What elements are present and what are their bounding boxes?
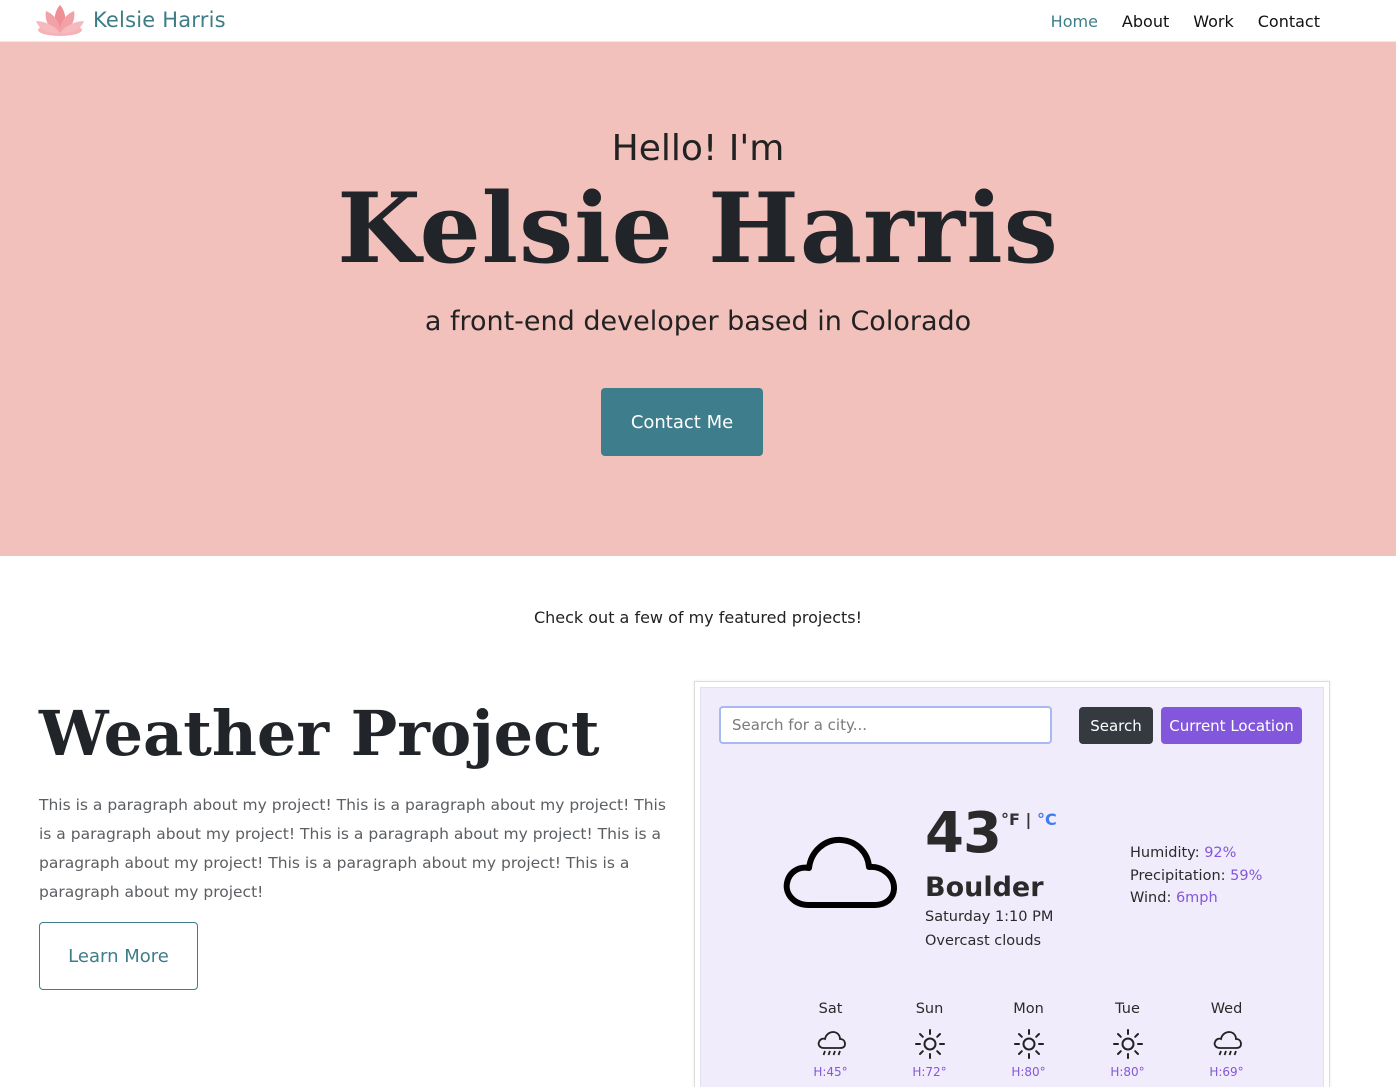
top-navbar: Kelsie Harris Home About Work Contact [0, 0, 1396, 42]
forecast-day: Sat H:45° [781, 1001, 880, 1079]
forecast-high: H:69° [1209, 1065, 1244, 1079]
sun-icon [914, 1029, 945, 1059]
current-datetime: Saturday 1:10 PM [925, 909, 1054, 925]
brand[interactable]: Kelsie Harris [34, 3, 226, 37]
forecast-high: H:80° [1110, 1065, 1145, 1079]
sun-icon [1112, 1029, 1143, 1059]
forecast-day: Wed H:69° [1177, 1001, 1276, 1079]
current-temperature: 43 [925, 801, 1002, 866]
city-name: Boulder [925, 872, 1044, 903]
precipitation-row: Precipitation: 59% [1130, 865, 1262, 888]
forecast-high: H:80° [1011, 1065, 1046, 1079]
hero-tagline: a front-end developer based in Colorado [424, 306, 972, 337]
sun-icon [1013, 1029, 1044, 1059]
current-location-button[interactable]: Current Location [1161, 707, 1302, 744]
humidity-label: Humidity: [1130, 845, 1200, 861]
nav-link-contact[interactable]: Contact [1258, 12, 1320, 31]
cloud-icon [783, 836, 897, 908]
learn-more-button[interactable]: Learn More [39, 922, 198, 990]
brand-name: Kelsie Harris [93, 8, 226, 32]
weather-project-screenshot: Search Current Location 43 °F | °C Bould… [694, 681, 1330, 1087]
forecast-day: Mon H:80° [979, 1001, 1078, 1079]
humidity-value: 92% [1204, 845, 1237, 861]
unit-toggle: °F | °C [1001, 810, 1057, 829]
wind-value: 6mph [1175, 890, 1218, 906]
lotus-logo-icon [36, 5, 84, 36]
forecast-day: Tue H:80° [1078, 1001, 1177, 1079]
rain-icon [817, 1031, 846, 1056]
forecast-day-name: Tue [1115, 1001, 1140, 1017]
forecast-day-name: Mon [1013, 1001, 1044, 1017]
nav-link-home[interactable]: Home [1051, 12, 1098, 31]
precipitation-label: Precipitation: [1130, 867, 1226, 884]
forecast-day: Sun H:72° [880, 1001, 979, 1079]
forecast-row: Sat H:45° Sun H:72° Mon H:80° Tue H:80° … [781, 1001, 1276, 1079]
nav-link-about[interactable]: About [1122, 12, 1169, 31]
forecast-day-name: Sun [915, 1001, 944, 1017]
contact-me-button[interactable]: Contact Me [601, 388, 763, 456]
celsius-toggle[interactable]: °C [1037, 810, 1057, 829]
hero-name: Kelsie Harris [337, 172, 1059, 285]
weather-stats: Humidity: 92% Precipitation: 59% Wind: 6… [1130, 842, 1262, 910]
project-description: This is a paragraph about my project! Th… [39, 796, 666, 901]
project-title: Weather Project [39, 697, 600, 770]
unit-separator: | [1025, 810, 1032, 829]
wind-row: Wind: 6mph [1130, 887, 1262, 910]
weather-description: Overcast clouds [925, 933, 1042, 949]
wind-label: Wind: [1130, 890, 1172, 906]
humidity-row: Humidity: 92% [1130, 842, 1262, 865]
forecast-high: H:72° [912, 1065, 947, 1079]
rain-icon [1213, 1031, 1242, 1056]
fahrenheit-toggle[interactable]: °F [1001, 810, 1020, 829]
nav-links: Home About Work Contact [1027, 0, 1320, 42]
featured-intro: Check out a few of my featured projects! [533, 608, 863, 627]
forecast-high: H:45° [813, 1065, 848, 1079]
precipitation-value: 59% [1230, 867, 1263, 884]
weather-app: Search Current Location 43 °F | °C Bould… [700, 687, 1324, 1087]
nav-link-work[interactable]: Work [1193, 12, 1234, 31]
city-search-input[interactable] [719, 706, 1052, 744]
hero-section: Hello! I'm Kelsie Harris a front-end dev… [0, 42, 1396, 556]
search-button[interactable]: Search [1079, 707, 1153, 744]
hero-greeting: Hello! I'm [611, 128, 785, 169]
forecast-day-name: Wed [1210, 1001, 1243, 1017]
forecast-day-name: Sat [818, 1001, 843, 1017]
